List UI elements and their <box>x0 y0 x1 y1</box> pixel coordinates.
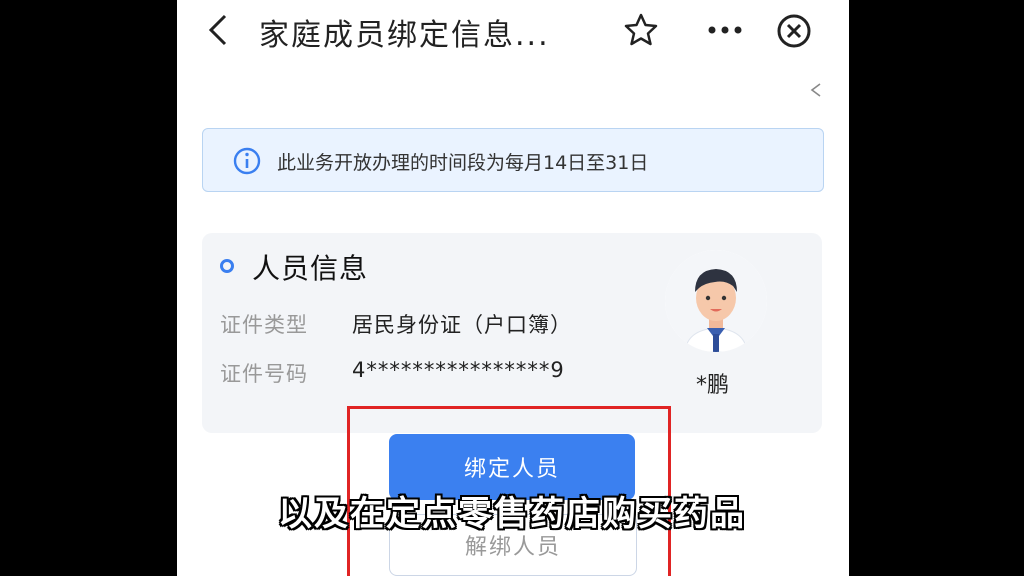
collapse-icon[interactable] <box>809 82 823 98</box>
video-subtitle: 以及在定点零售药店购买药品 <box>278 494 746 534</box>
section-dot-icon <box>220 259 234 273</box>
info-icon <box>233 147 261 175</box>
page-title: 家庭成员绑定信息... <box>259 18 550 53</box>
person-info-card: 人员信息 证件类型 居民身份证（户口簿） 证件号码 4*************… <box>202 233 822 433</box>
id-number-label: 证件号码 <box>220 362 308 386</box>
id-type-value: 居民身份证（户口簿） <box>352 313 572 337</box>
section-title: 人员信息 <box>252 252 369 285</box>
star-icon[interactable] <box>623 12 659 48</box>
person-name: *鹏 <box>696 373 730 398</box>
avatar <box>665 250 767 352</box>
id-type-label: 证件类型 <box>220 313 308 337</box>
back-icon[interactable] <box>201 12 237 48</box>
id-number-value: 4****************9 <box>352 358 565 382</box>
notice-text: 此业务开放办理的时间段为每月14日至31日 <box>277 152 649 174</box>
close-icon[interactable] <box>775 12 813 50</box>
more-icon[interactable] <box>705 18 745 42</box>
